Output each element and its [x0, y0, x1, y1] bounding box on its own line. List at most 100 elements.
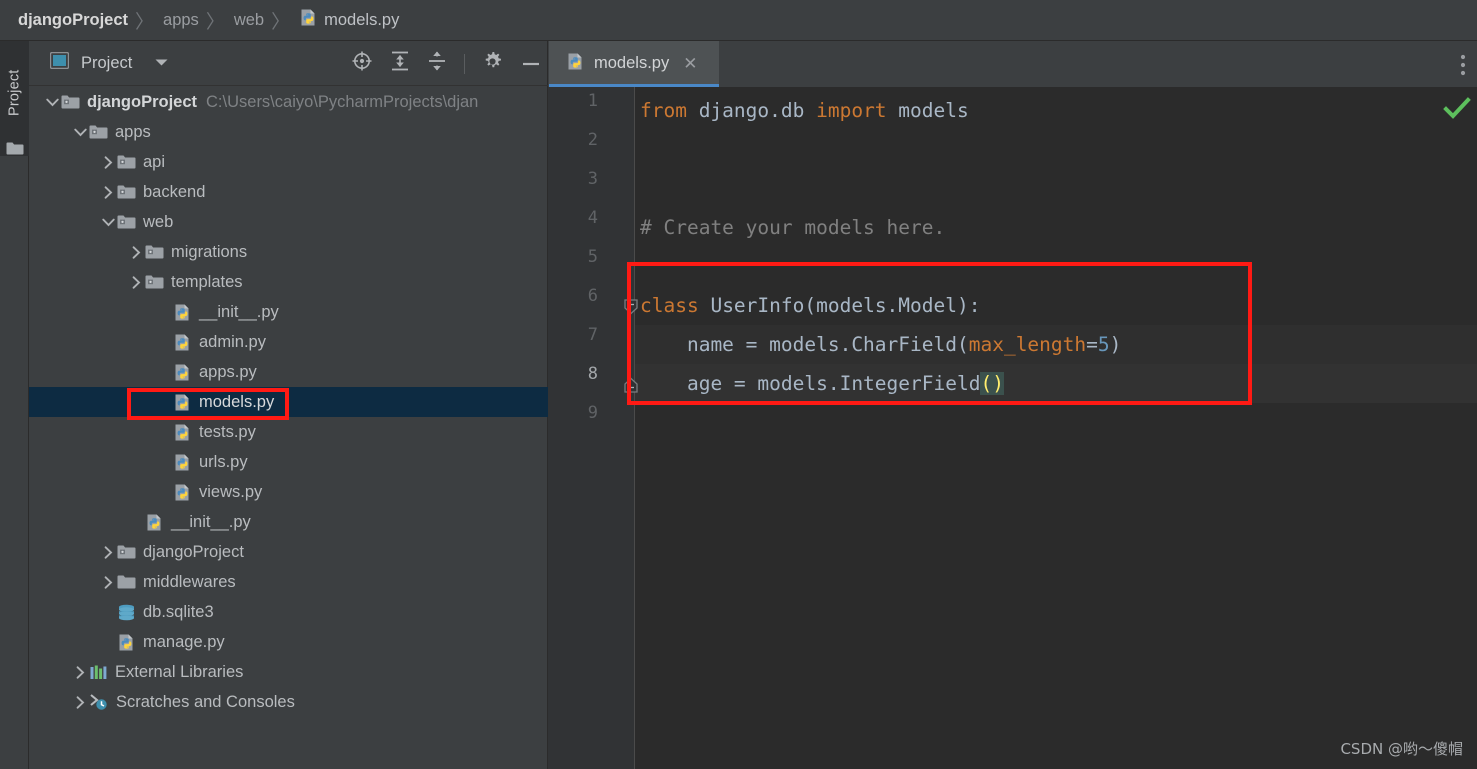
chevron-right-icon[interactable]	[127, 245, 145, 259]
fold-open-icon[interactable]	[624, 297, 639, 315]
code-token: max_length	[968, 333, 1087, 356]
code-token: )	[1109, 333, 1122, 356]
tree-row[interactable]: __init__.py	[29, 507, 548, 537]
tree-row[interactable]: api	[29, 147, 548, 177]
chevron-right-icon[interactable]	[71, 695, 89, 709]
minimize-icon[interactable]	[520, 55, 542, 73]
python-file-icon	[173, 363, 192, 382]
project-file-tree[interactable]: djangoProject C:\Users\caiyo\PycharmProje…	[29, 87, 548, 769]
tree-row[interactable]: tests.py	[29, 417, 548, 447]
tree-row[interactable]: apps	[29, 117, 548, 147]
breadcrumb-item-file[interactable]: models.py	[324, 11, 399, 30]
tree-row[interactable]: views.py	[29, 477, 548, 507]
watermark-text: CSDN @哟～傻帽	[1340, 740, 1463, 758]
python-file-icon	[173, 303, 192, 322]
python-file-icon	[117, 633, 136, 652]
chevron-down-icon[interactable]	[154, 54, 169, 72]
code-line[interactable]: age = models.IntegerField()	[640, 364, 1004, 403]
toolbar-divider	[464, 53, 465, 74]
tree-row-label: Scratches and Consoles	[116, 692, 295, 711]
fold-end-icon[interactable]	[624, 375, 639, 393]
breadcrumb-item-web[interactable]: web	[234, 11, 264, 30]
breadcrumb: djangoProject 〉 apps 〉 web 〉 models.py	[0, 0, 1477, 41]
project-panel-header: Project	[29, 41, 548, 86]
tree-row[interactable]: backend	[29, 177, 548, 207]
database-icon	[117, 604, 136, 621]
code-token: =	[1086, 333, 1098, 356]
tree-row-label: views.py	[199, 482, 263, 501]
chevron-down-icon[interactable]	[71, 128, 89, 137]
tree-row-path: C:\Users\caiyo\PycharmProjects\djan	[206, 92, 479, 111]
tree-row-label: __init__.py	[199, 302, 279, 321]
more-vertical-icon[interactable]	[1460, 54, 1466, 81]
code-token: django.db	[698, 99, 817, 122]
pycharm-window: djangoProject 〉 apps 〉 web 〉 models.py P…	[0, 0, 1477, 769]
code-line[interactable]: from django.db import models	[640, 91, 969, 130]
code-token: age = models.IntegerField	[640, 372, 981, 395]
tab-models-py[interactable]: models.py ✕	[549, 41, 719, 86]
tree-row-label: External Libraries	[115, 662, 244, 681]
tree-row-selected[interactable]: models.py	[29, 387, 548, 417]
project-tool-window: Project djangoProject C:\Users\caiyo\Pyc…	[29, 41, 548, 769]
code-content[interactable]: from django.db import models # Create you…	[548, 87, 1477, 769]
code-token: # Create your models here.	[640, 216, 946, 239]
tree-row-label: web	[143, 212, 174, 231]
project-folder-icon	[61, 94, 80, 110]
scroll-from-source-icon[interactable]	[351, 50, 373, 77]
code-token: from	[640, 99, 699, 122]
tree-row[interactable]: External Libraries	[29, 657, 548, 687]
tree-row[interactable]: manage.py	[29, 627, 548, 657]
tree-row[interactable]: Scratches and Consoles	[29, 687, 548, 717]
tool-window-button-project[interactable]: Project	[0, 45, 29, 140]
tree-row[interactable]: web	[29, 207, 548, 237]
tree-row-label: api	[143, 152, 166, 171]
code-token: ()	[980, 372, 1004, 395]
tree-row[interactable]: djangoProject C:\Users\caiyo\PycharmProje…	[29, 87, 548, 117]
code-line[interactable]: class UserInfo(models.Model):	[640, 286, 980, 325]
chevron-down-icon[interactable]	[99, 218, 117, 227]
expand-all-icon[interactable]	[390, 50, 410, 77]
source-folder-icon	[117, 154, 136, 170]
plain-folder-icon	[117, 574, 136, 590]
editor-tab-bar: models.py ✕	[548, 41, 1477, 87]
chevron-right-icon[interactable]	[127, 275, 145, 289]
collapse-all-icon[interactable]	[427, 50, 447, 77]
chevron-right-icon[interactable]	[99, 575, 117, 589]
code-line[interactable]: # Create your models here.	[640, 208, 945, 247]
code-editor[interactable]: 123456789 from django.db import models # …	[548, 87, 1477, 769]
chevron-right-icon[interactable]	[99, 185, 117, 199]
tree-row[interactable]: urls.py	[29, 447, 548, 477]
python-file-icon	[173, 453, 192, 472]
project-view-icon	[49, 51, 70, 74]
close-icon[interactable]: ✕	[683, 55, 697, 72]
tree-row[interactable]: middlewares	[29, 567, 548, 597]
chevron-right-icon[interactable]	[99, 545, 117, 559]
breadcrumb-separator: 〉	[205, 10, 225, 33]
chevron-right-icon[interactable]	[99, 155, 117, 169]
scratches-icon	[89, 693, 109, 711]
project-panel-toolbar	[351, 41, 542, 86]
python-file-icon	[566, 52, 585, 76]
tree-row[interactable]: db.sqlite3	[29, 597, 548, 627]
chevron-down-icon[interactable]	[43, 98, 61, 107]
tree-row[interactable]: templates	[29, 267, 548, 297]
breadcrumb-item-project[interactable]: djangoProject	[18, 11, 128, 30]
breadcrumb-item-apps[interactable]: apps	[163, 11, 199, 30]
chevron-right-icon[interactable]	[71, 665, 89, 679]
tree-row-label: backend	[143, 182, 206, 201]
source-folder-icon	[117, 544, 136, 560]
code-token: import	[816, 99, 899, 122]
python-file-icon	[145, 513, 164, 532]
tree-row[interactable]: admin.py	[29, 327, 548, 357]
tree-row[interactable]: __init__.py	[29, 297, 548, 327]
tree-row-label: urls.py	[199, 452, 248, 471]
code-line[interactable]: name = models.CharField(max_length=5)	[640, 325, 1121, 364]
gear-icon[interactable]	[482, 51, 503, 77]
tree-row[interactable]: apps.py	[29, 357, 548, 387]
code-token: models	[898, 99, 969, 122]
python-file-icon	[173, 423, 192, 442]
tree-row[interactable]: migrations	[29, 237, 548, 267]
check-icon[interactable]	[1443, 96, 1471, 125]
tree-row[interactable]: djangoProject	[29, 537, 548, 567]
code-token: UserInfo(models.Model):	[710, 294, 981, 317]
